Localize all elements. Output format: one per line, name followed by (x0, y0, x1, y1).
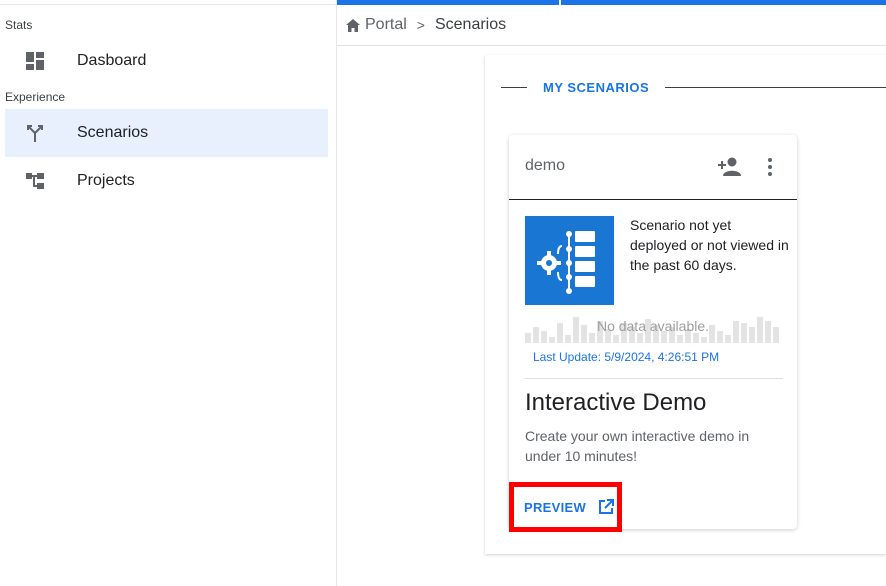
open-in-new-icon (598, 499, 615, 515)
card-name: demo (525, 157, 566, 174)
person-add-icon (718, 157, 741, 176)
dashboard-icon (21, 51, 49, 71)
more-options-button[interactable] (762, 156, 778, 178)
home-icon (346, 18, 360, 32)
scenario-card: demo Scenario not yet deployed or not vi… (509, 135, 797, 532)
tree-icon (21, 171, 49, 191)
sidebar: Stats Dasboard Experience Scenarios Proj… (0, 0, 337, 586)
sidebar-item-label: Projects (77, 172, 135, 189)
preview-button[interactable]: PREVIEW (509, 482, 622, 532)
breadcrumb-current: Scenarios (434, 16, 507, 33)
panel-header: MY SCENARIOS (501, 77, 886, 97)
header-line-right (665, 86, 886, 88)
sidebar-item-label: Dasboard (77, 52, 147, 69)
breadcrumb-home-link[interactable]: Portal (346, 16, 407, 34)
workflow-gear-icon (537, 231, 595, 294)
scenario-description: Create your own interactive demo in unde… (525, 428, 750, 464)
more-vert-icon (768, 158, 772, 176)
no-data-label: No data available. (596, 318, 710, 334)
scenario-thumbnail (525, 216, 614, 305)
scenario-status-text: Scenario not yet deployed or not viewed … (630, 217, 789, 273)
breadcrumb: Portal > Scenarios (337, 5, 886, 46)
sidebar-item-label: Scenarios (77, 124, 149, 141)
sidebar-item-dashboard[interactable]: Dasboard (5, 37, 328, 85)
sidebar-top-divider (0, 4, 336, 5)
card-divider (525, 378, 783, 379)
sidebar-item-scenarios[interactable]: Scenarios (5, 109, 328, 157)
breadcrumb-home-label: Portal (365, 16, 407, 33)
card-header: demo (509, 135, 797, 200)
preview-label: PREVIEW (524, 499, 587, 515)
scenario-fork-icon (21, 123, 49, 143)
section-label-experience: Experience (5, 90, 66, 104)
breadcrumb-separator: > (416, 17, 425, 33)
panel-title: MY SCENARIOS (543, 79, 650, 95)
scenario-title: Interactive Demo (525, 389, 707, 416)
sidebar-item-projects[interactable]: Projects (5, 157, 328, 205)
last-update-text: Last Update: 5/9/2024, 4:26:51 PM (533, 350, 720, 364)
section-label-stats: Stats (5, 18, 33, 32)
add-user-button[interactable] (717, 156, 743, 178)
header-line-left (501, 86, 527, 88)
